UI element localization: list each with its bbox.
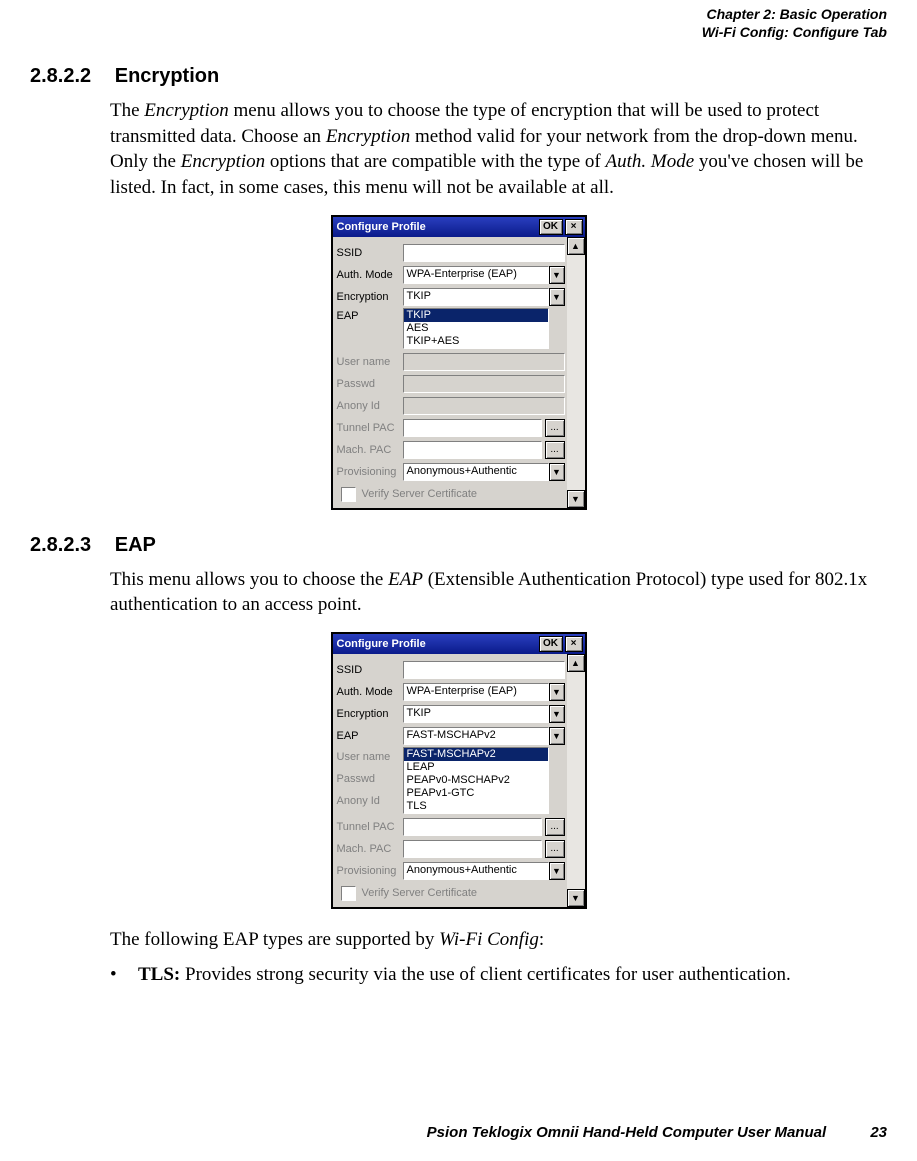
scroll-up-button[interactable]: ▲ [567,654,585,672]
tunnel-pac-input[interactable] [403,818,542,836]
mach-pac-browse-button[interactable]: ... [545,840,565,858]
tunnel-pac-browse-button[interactable]: ... [545,818,565,836]
label-verify-cert: Verify Server Certificate [362,887,478,899]
scroll-down-button[interactable]: ▼ [567,490,585,508]
paragraph-eap-followup: The following EAP types are supported by… [110,927,887,953]
label-anony: Anony Id [337,400,403,412]
label-passwd: Passwd [337,378,403,390]
configure-profile-dialog-encryption: Configure Profile OK × ▲ ▼ SSID Auth. Mo… [331,215,587,510]
label-anony: Anony Id [337,795,403,807]
vertical-scrollbar[interactable]: ▲ ▼ [567,654,585,907]
dialog-titlebar[interactable]: Configure Profile OK × [333,634,585,654]
bullet-mark: • [110,962,120,988]
chevron-down-icon[interactable]: ▼ [549,727,565,745]
paragraph-eap: This menu allows you to choose the EAP (… [110,567,887,618]
ok-button[interactable]: OK [539,636,563,652]
label-provisioning: Provisioning [337,466,403,478]
dialog-title: Configure Profile [337,221,537,233]
label-verify-cert: Verify Server Certificate [362,488,478,500]
close-button[interactable]: × [565,219,583,235]
tunnel-pac-input[interactable] [403,419,542,437]
label-mach-pac: Mach. PAC [337,843,403,855]
label-tunnel-pac: Tunnel PAC [337,422,403,434]
label-auth: Auth. Mode [337,269,403,281]
page-header: Chapter 2: Basic Operation Wi-Fi Config:… [30,0,887,41]
label-passwd: Passwd [337,773,403,785]
provisioning-select[interactable]: Anonymous+Authentic [403,463,549,481]
username-input [403,353,565,371]
page-footer: Psion Teklogix Omnii Hand-Held Computer … [427,1124,887,1141]
auth-mode-select[interactable]: WPA-Enterprise (EAP) [403,266,549,284]
chevron-down-icon[interactable]: ▼ [549,288,565,306]
scroll-up-button[interactable]: ▲ [567,237,585,255]
header-chapter: Chapter 2: Basic Operation [30,6,887,24]
chevron-down-icon[interactable]: ▼ [549,862,565,880]
label-username: User name [337,751,403,763]
section-heading-eap: 2.8.2.3 EAP [30,534,887,557]
eap-select[interactable]: FAST-MSCHAPv2 [403,727,549,745]
label-eap: EAP [337,310,403,322]
auth-mode-select[interactable]: WPA-Enterprise (EAP) [403,683,549,701]
provisioning-select[interactable]: Anonymous+Authentic [403,862,549,880]
section-heading-encryption: 2.8.2.2 Encryption [30,65,887,88]
tunnel-pac-browse-button[interactable]: ... [545,419,565,437]
label-ssid: SSID [337,664,403,676]
passwd-input [403,375,565,393]
section-title: EAP [115,534,156,556]
label-provisioning: Provisioning [337,865,403,877]
mach-pac-input[interactable] [403,441,542,459]
ssid-input[interactable] [403,244,565,262]
label-username: User name [337,356,403,368]
page-number: 23 [870,1124,887,1141]
anony-input [403,397,565,415]
chevron-down-icon[interactable]: ▼ [549,266,565,284]
label-ssid: SSID [337,247,403,259]
mach-pac-browse-button[interactable]: ... [545,441,565,459]
option-tkip-aes[interactable]: TKIP+AES [404,335,548,348]
label-auth: Auth. Mode [337,686,403,698]
section-number: 2.8.2.3 [30,534,91,557]
section-title: Encryption [115,65,219,87]
paragraph-encryption: The Encryption menu allows you to choose… [110,98,887,201]
verify-cert-checkbox[interactable] [341,487,356,502]
chevron-down-icon[interactable]: ▼ [549,463,565,481]
label-eap: EAP [337,730,403,742]
chevron-down-icon[interactable]: ▼ [549,683,565,701]
bullet-tls: • TLS: Provides strong security via the … [110,962,887,988]
dialog-titlebar[interactable]: Configure Profile OK × [333,217,585,237]
close-button[interactable]: × [565,636,583,652]
ok-button[interactable]: OK [539,219,563,235]
chevron-down-icon[interactable]: ▼ [549,705,565,723]
dialog-title: Configure Profile [337,638,537,650]
label-encryption: Encryption [337,708,403,720]
verify-cert-checkbox[interactable] [341,886,356,901]
encryption-select[interactable]: TKIP [403,705,549,723]
label-mach-pac: Mach. PAC [337,444,403,456]
header-section: Wi-Fi Config: Configure Tab [30,24,887,42]
label-tunnel-pac: Tunnel PAC [337,821,403,833]
configure-profile-dialog-eap: Configure Profile OK × ▲ ▼ SSID Auth. Mo… [331,632,587,909]
section-number: 2.8.2.2 [30,65,91,88]
footer-text: Psion Teklogix Omnii Hand-Held Computer … [427,1124,827,1141]
scroll-down-button[interactable]: ▼ [567,889,585,907]
encryption-select[interactable]: TKIP [403,288,549,306]
vertical-scrollbar[interactable]: ▲ ▼ [567,237,585,508]
label-encryption: Encryption [337,291,403,303]
mach-pac-input[interactable] [403,840,542,858]
ssid-input[interactable] [403,661,565,679]
